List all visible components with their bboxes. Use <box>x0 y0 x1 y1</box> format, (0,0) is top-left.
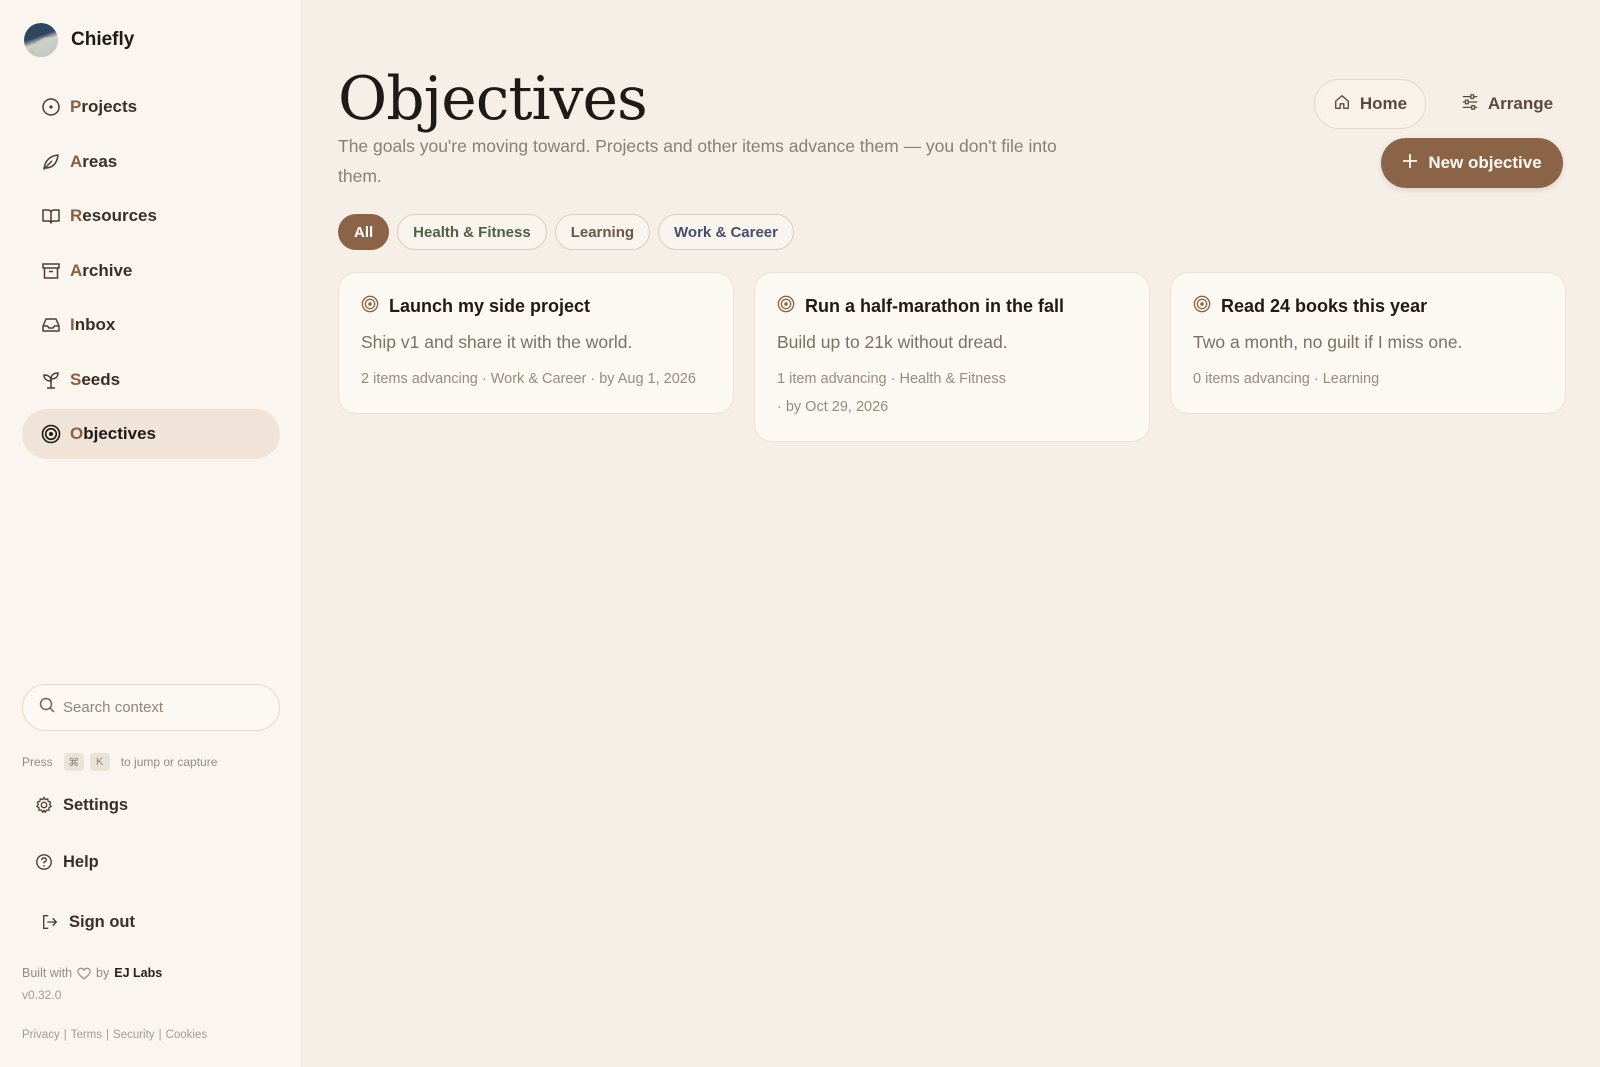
objective-card[interactable]: Launch my side project Ship v1 and share… <box>338 272 734 414</box>
book-icon <box>41 206 61 226</box>
legal-links: Privacy | Terms | Security | Cookies <box>22 1029 208 1041</box>
home-label: Home <box>1359 94 1408 113</box>
home-icon <box>1333 93 1351 116</box>
gear-icon <box>34 795 54 815</box>
objective-description: Ship v1 and share it with the world. <box>361 332 633 352</box>
sidebar-item-resources[interactable]: Resources <box>22 191 280 241</box>
built-with: Built with by EJ Labs <box>22 966 162 980</box>
security-link[interactable]: Security <box>113 1029 155 1041</box>
heart-icon <box>77 967 91 980</box>
cookies-link[interactable]: Cookies <box>166 1029 208 1041</box>
sidebar: Chiefly Projects Areas Resources Archive <box>0 0 302 1067</box>
target-icon <box>361 295 379 318</box>
sidebar-item-inbox[interactable]: Inbox <box>22 300 280 350</box>
search-input[interactable] <box>63 699 263 716</box>
home-button[interactable]: Home <box>1314 79 1426 129</box>
sidebar-item-label: Seeds <box>70 369 121 389</box>
built-with-text: Built with <box>22 966 73 980</box>
objective-meta: 1 item advancing · Health & Fitness · by Oct… <box>777 371 1006 415</box>
objective-title: Launch my side project <box>389 296 591 316</box>
items-count: 1 item advancing <box>777 371 887 387</box>
sign-out-button[interactable]: Sign out <box>40 912 135 932</box>
sidebar-item-objectives[interactable]: Objectives <box>22 409 280 459</box>
page-subtitle: The goals you're moving toward. Projects… <box>338 136 1057 186</box>
sidebar-item-label: Projects <box>70 97 138 116</box>
filter-chip-learning[interactable]: Learning <box>554 214 651 250</box>
sidebar-item-seeds[interactable]: Seeds <box>22 355 280 405</box>
objective-area: Learning <box>1322 371 1380 387</box>
help-circle-icon <box>34 852 54 872</box>
sign-out-label: Sign out <box>69 912 135 931</box>
settings-label: Settings <box>63 795 129 814</box>
new-objective-button[interactable]: New objective <box>1381 138 1563 188</box>
objective-due: by Oct 29, 2026 <box>785 399 889 415</box>
help-button[interactable]: Help <box>34 852 99 872</box>
target-icon <box>1193 295 1211 318</box>
app-version: v0.32.0 <box>22 988 62 1002</box>
sprout-icon <box>41 370 61 390</box>
kbd-k: K <box>89 753 110 771</box>
sidebar-item-archive[interactable]: Archive <box>22 246 280 296</box>
sliders-icon <box>1461 93 1479 116</box>
objective-description: Two a month, no guilt if I miss one. <box>1193 332 1463 352</box>
objective-card[interactable]: Run a half-marathon in the fall Build up… <box>754 272 1150 442</box>
sidebar-item-projects[interactable]: Projects <box>22 82 280 132</box>
settings-button[interactable]: Settings <box>34 795 128 815</box>
objective-meta: 0 items advancing · Learning <box>1193 371 1380 387</box>
target-icon <box>777 295 795 318</box>
brand[interactable]: Chiefly <box>24 23 134 57</box>
inbox-tray-icon <box>41 315 61 335</box>
target-icon <box>41 424 61 444</box>
objective-area: Health & Fitness <box>899 371 1006 387</box>
terms-link[interactable]: Terms <box>71 1029 102 1041</box>
arrange-button[interactable]: Arrange <box>1452 79 1562 129</box>
hint-prefix: Press <box>22 755 53 769</box>
plus-icon <box>1402 153 1418 174</box>
objective-description: Build up to 21k without dread. <box>777 332 1008 352</box>
main-nav: Projects Areas Resources Archive Inbox S… <box>22 82 280 464</box>
privacy-link[interactable]: Privacy <box>22 1029 60 1041</box>
kbd-cmd: ⌘ <box>63 753 84 771</box>
archive-box-icon <box>41 261 61 281</box>
objective-meta: 2 items advancing · Work & Career · by Aug 1… <box>361 371 696 387</box>
objective-area: Work & Career <box>490 371 587 387</box>
main-content: Objectives The goals you're moving towar… <box>302 0 1600 1067</box>
by-text: by <box>96 966 110 980</box>
leaf-icon <box>41 152 61 172</box>
circle-dot-icon <box>41 97 61 117</box>
hint-suffix: to jump or capture <box>120 755 218 769</box>
items-count: 2 items advancing <box>361 371 478 387</box>
objective-title: Read 24 books this year <box>1221 296 1428 316</box>
sidebar-item-label: Archive <box>70 260 133 280</box>
items-count: 0 items advancing <box>1193 371 1310 387</box>
sidebar-item-label: Areas <box>70 151 118 171</box>
shortcut-hint: Press ⌘ K to jump or capture <box>22 753 217 771</box>
sidebar-item-label: Objectives <box>70 424 156 443</box>
new-objective-label: New objective <box>1428 153 1542 172</box>
objective-card[interactable]: Read 24 books this year Two a month, no … <box>1170 272 1566 414</box>
brand-name: Chiefly <box>71 29 135 50</box>
area-filters: All Health & Fitness Learning Work & Car… <box>338 214 802 250</box>
help-label: Help <box>63 852 99 871</box>
chiefly-logo-icon <box>24 23 58 57</box>
sign-out-icon <box>40 912 60 932</box>
filter-chip-work-career[interactable]: Work & Career <box>658 214 794 250</box>
search-icon <box>39 697 55 718</box>
sidebar-item-areas[interactable]: Areas <box>22 137 280 187</box>
filter-chip-all[interactable]: All <box>338 214 390 250</box>
company-link[interactable]: EJ Labs <box>114 966 162 980</box>
sidebar-item-label: Inbox <box>70 315 116 334</box>
search-box[interactable] <box>22 684 280 731</box>
filter-chip-health-fitness[interactable]: Health & Fitness <box>397 214 547 250</box>
arrange-label: Arrange <box>1487 94 1554 113</box>
objective-due: by Aug 1, 2026 <box>599 371 696 387</box>
sidebar-item-label: Resources <box>70 206 157 225</box>
page-title: Objectives <box>338 64 648 134</box>
objective-title: Run a half-marathon in the fall <box>805 296 1065 316</box>
